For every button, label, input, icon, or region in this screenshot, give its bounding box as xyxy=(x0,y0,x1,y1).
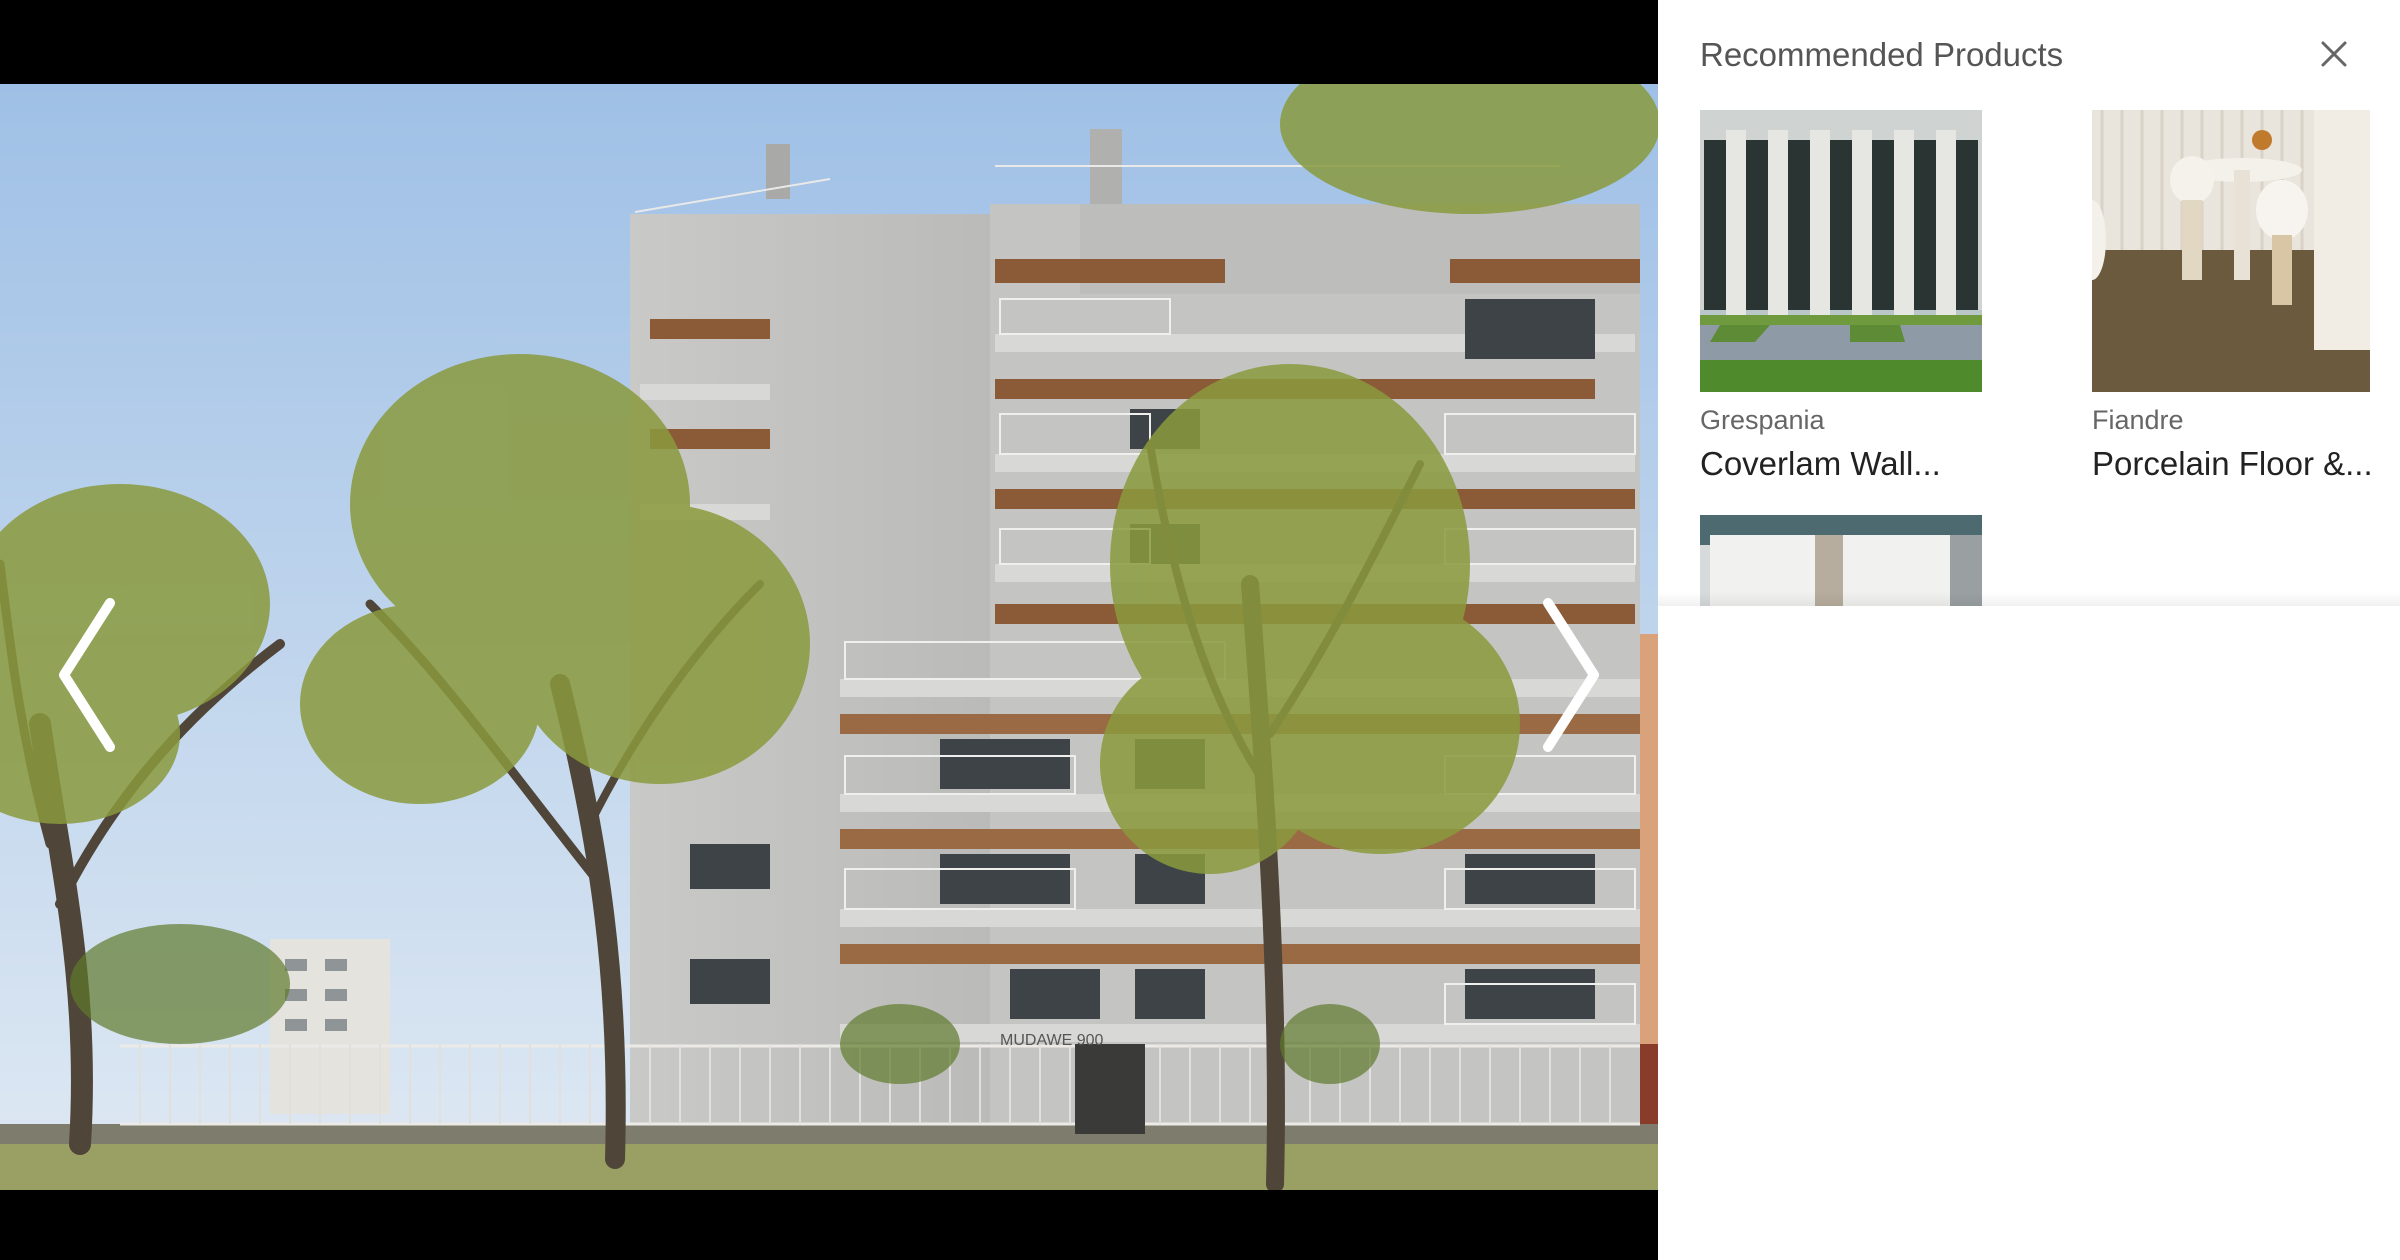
product-image xyxy=(1700,110,1982,392)
image-viewer: MUDAWE 900 xyxy=(0,0,1658,1260)
chevron-right-icon xyxy=(1543,598,1599,752)
gallery-photo: MUDAWE 900 xyxy=(0,84,1658,1190)
product-name: Coverlam Wall... xyxy=(1700,445,1941,482)
close-button[interactable] xyxy=(2310,30,2358,78)
recommended-products-panel: Recommended Products Grespania Coverlam … xyxy=(1658,0,2400,1260)
list-scroll-shadow xyxy=(1658,592,2400,606)
building-sign: MUDAWE 900 xyxy=(1000,1032,1104,1049)
product-name: Porcelain Floor &... xyxy=(2092,445,2370,482)
product-card[interactable]: Grespania Coverlam Wall... xyxy=(1700,110,1982,486)
panel-title: Recommended Products xyxy=(1700,36,2064,73)
previous-image-button[interactable] xyxy=(40,590,130,760)
chevron-left-icon xyxy=(59,598,115,752)
product-image xyxy=(2092,110,2370,392)
close-icon xyxy=(2321,41,2347,67)
product-card[interactable]: Fiandre Porcelain Floor &... xyxy=(2092,110,2370,486)
product-brand: Fiandre xyxy=(2092,405,2184,435)
product-list: Grespania Coverlam Wall... Fiandre Porce… xyxy=(1700,110,2370,606)
next-image-button[interactable] xyxy=(1528,590,1618,760)
gallery-lightbox: MUDAWE 900 Recommended Products Grespani… xyxy=(0,0,2400,1260)
product-brand: Grespania xyxy=(1700,405,1825,435)
